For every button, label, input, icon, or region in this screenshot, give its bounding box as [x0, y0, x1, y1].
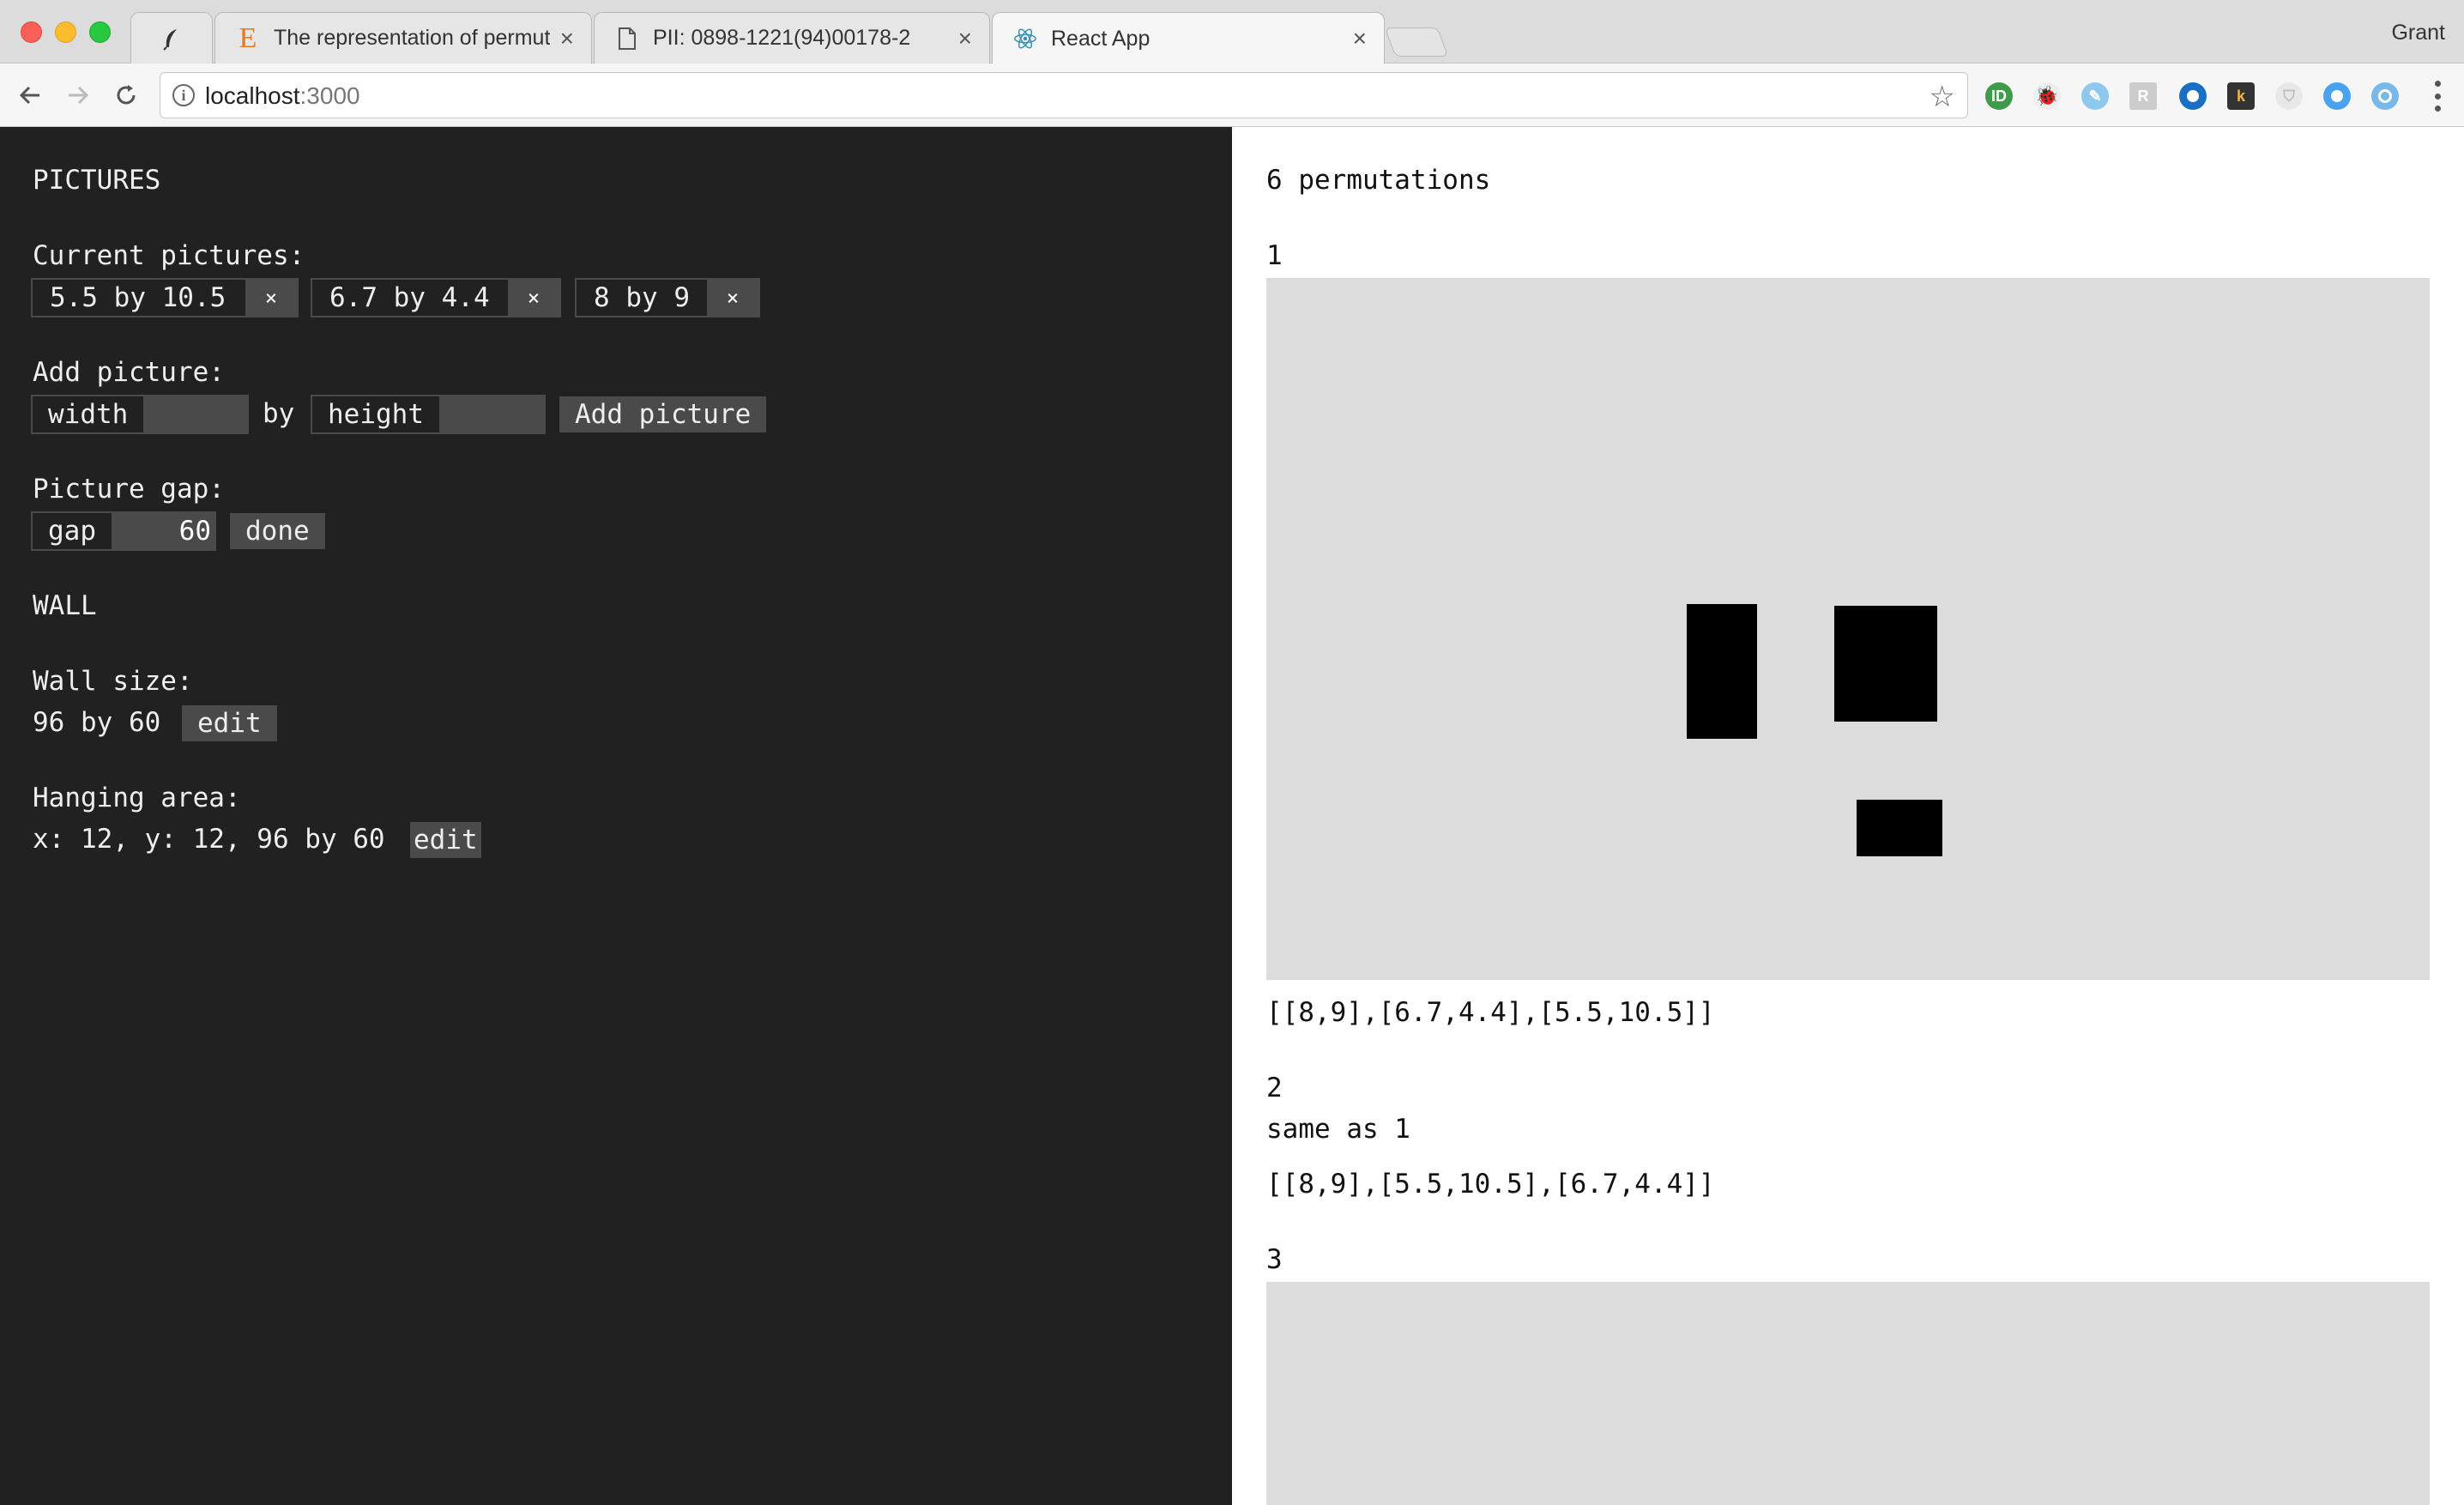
- edit-wall-size-button[interactable]: edit: [182, 705, 277, 741]
- close-window-button[interactable]: [21, 21, 42, 43]
- back-arrow-icon: [19, 86, 39, 105]
- forward-button[interactable]: [60, 77, 96, 113]
- picture-size: 6.7 by 4.4: [329, 282, 490, 313]
- gap-input[interactable]: 60: [112, 513, 214, 549]
- reload-icon: [117, 85, 136, 105]
- permutation-index: 1: [1266, 240, 1283, 271]
- height-input[interactable]: [438, 396, 544, 432]
- react-icon: [1013, 27, 1037, 51]
- permutation-index: 3: [1266, 1244, 1283, 1275]
- width-label: width: [48, 399, 129, 430]
- wall-heading: WALL: [33, 590, 97, 621]
- browser-chrome: E The representation of permuta × PII: 0…: [0, 0, 2464, 127]
- permutation-index: 2: [1266, 1073, 1283, 1103]
- reload-button[interactable]: [108, 77, 144, 113]
- height-field: height: [311, 395, 546, 434]
- add-picture-button[interactable]: Add picture: [559, 396, 767, 432]
- by-label: by: [263, 398, 295, 429]
- extension-green-icon[interactable]: ID: [1985, 82, 2013, 110]
- browser-menu-icon[interactable]: [2435, 81, 2442, 112]
- tab-strip: E The representation of permuta × PII: 0…: [0, 0, 2464, 64]
- current-pictures-label: Current pictures:: [33, 240, 305, 271]
- height-label: height: [328, 399, 424, 430]
- width-input[interactable]: [143, 396, 247, 432]
- close-tab-icon[interactable]: ×: [1353, 25, 1367, 52]
- new-tab-button[interactable]: [1384, 27, 1449, 57]
- close-tab-icon[interactable]: ×: [958, 25, 972, 52]
- results-panel: 6 permutations 1 [[8,9],[6.7,4.4],[5.5,1…: [1232, 127, 2464, 1505]
- info-icon[interactable]: i: [172, 84, 195, 106]
- picture-rect: [1834, 606, 1937, 722]
- bookmark-star-icon[interactable]: ☆: [1930, 80, 1955, 114]
- wall-size-value: 96 by 60: [33, 707, 161, 738]
- picture-rect: [1687, 604, 1757, 739]
- extension-ring-icon[interactable]: [2179, 82, 2207, 110]
- maximize-window-button[interactable]: [89, 21, 111, 43]
- hanging-area-label: Hanging area:: [33, 783, 241, 813]
- gap-label: gap: [48, 516, 96, 547]
- permutation-order: [[8,9],[6.7,4.4],[5.5,10.5]]: [1266, 997, 1715, 1028]
- edit-hanging-area-button[interactable]: edit: [410, 822, 481, 858]
- permutation-order: [[8,9],[5.5,10.5],[6.7,4.4]]: [1266, 1169, 1715, 1200]
- wall-size-label: Wall size:: [33, 666, 193, 697]
- document-icon: [615, 27, 639, 51]
- done-button[interactable]: done: [230, 513, 325, 549]
- tab-title: React App: [1051, 26, 1150, 51]
- url-text: localhost:3000: [205, 82, 360, 109]
- wall-preview: [1266, 278, 2430, 980]
- permutation-note: same as 1: [1266, 1114, 1410, 1145]
- extension-sync-icon[interactable]: [2371, 82, 2399, 110]
- picture-chip: 5.5 by 10.5 ×: [31, 278, 299, 317]
- width-field: width: [31, 395, 249, 434]
- picture-chip: 6.7 by 4.4 ×: [311, 278, 561, 317]
- extension-k-icon[interactable]: k: [2227, 82, 2255, 110]
- pictures-heading: PICTURES: [33, 165, 161, 196]
- controls-panel: PICTURES Current pictures: 5.5 by 10.5 ×…: [0, 127, 1232, 1505]
- back-button[interactable]: [12, 77, 48, 113]
- tab-pinned[interactable]: [130, 12, 213, 63]
- picture-gap-label: Picture gap:: [33, 474, 225, 505]
- tab-title: PII: 0898-1221(94)00178-2: [653, 26, 911, 50]
- extension-shield-icon[interactable]: ⛉: [2275, 82, 2303, 110]
- tab-representation[interactable]: E The representation of permuta ×: [214, 12, 592, 63]
- extension-bug-icon[interactable]: 🐞: [2033, 82, 2061, 110]
- address-bar[interactable]: i localhost:3000 ☆: [160, 72, 1968, 118]
- extension-pencil-icon[interactable]: ✎: [2081, 82, 2109, 110]
- elsevier-icon: E: [239, 21, 257, 54]
- remove-picture-button[interactable]: ×: [707, 280, 758, 316]
- tab-react-app[interactable]: React App ×: [992, 12, 1385, 64]
- add-picture-label: Add picture:: [33, 357, 225, 388]
- tab-title: The representation of permuta: [274, 26, 550, 50]
- picture-size: 8 by 9: [594, 282, 690, 313]
- close-tab-icon[interactable]: ×: [560, 25, 574, 52]
- remove-picture-button[interactable]: ×: [245, 280, 297, 316]
- extension-blue-circle-icon[interactable]: [2323, 82, 2351, 110]
- gap-field: gap 60: [31, 511, 216, 551]
- profile-name[interactable]: Grant: [2391, 21, 2445, 45]
- picture-rect: [1857, 800, 1942, 856]
- browser-toolbar: i localhost:3000 ☆ ID 🐞 ✎ R k ⛉: [0, 63, 2464, 127]
- forward-arrow-icon: [69, 86, 89, 105]
- minimize-window-button[interactable]: [55, 21, 76, 43]
- wall-preview: [1266, 1282, 2430, 1505]
- picture-chip: 8 by 9 ×: [575, 278, 760, 317]
- feather-icon: [160, 27, 184, 51]
- hanging-area-value: x: 12, y: 12, 96 by 60: [33, 824, 385, 855]
- permutation-count: 6 permutations: [1266, 165, 1491, 196]
- extension-r-icon[interactable]: R: [2129, 82, 2157, 110]
- remove-picture-button[interactable]: ×: [508, 280, 559, 316]
- picture-size: 5.5 by 10.5: [50, 282, 226, 313]
- tab-pii[interactable]: PII: 0898-1221(94)00178-2 ×: [594, 12, 990, 63]
